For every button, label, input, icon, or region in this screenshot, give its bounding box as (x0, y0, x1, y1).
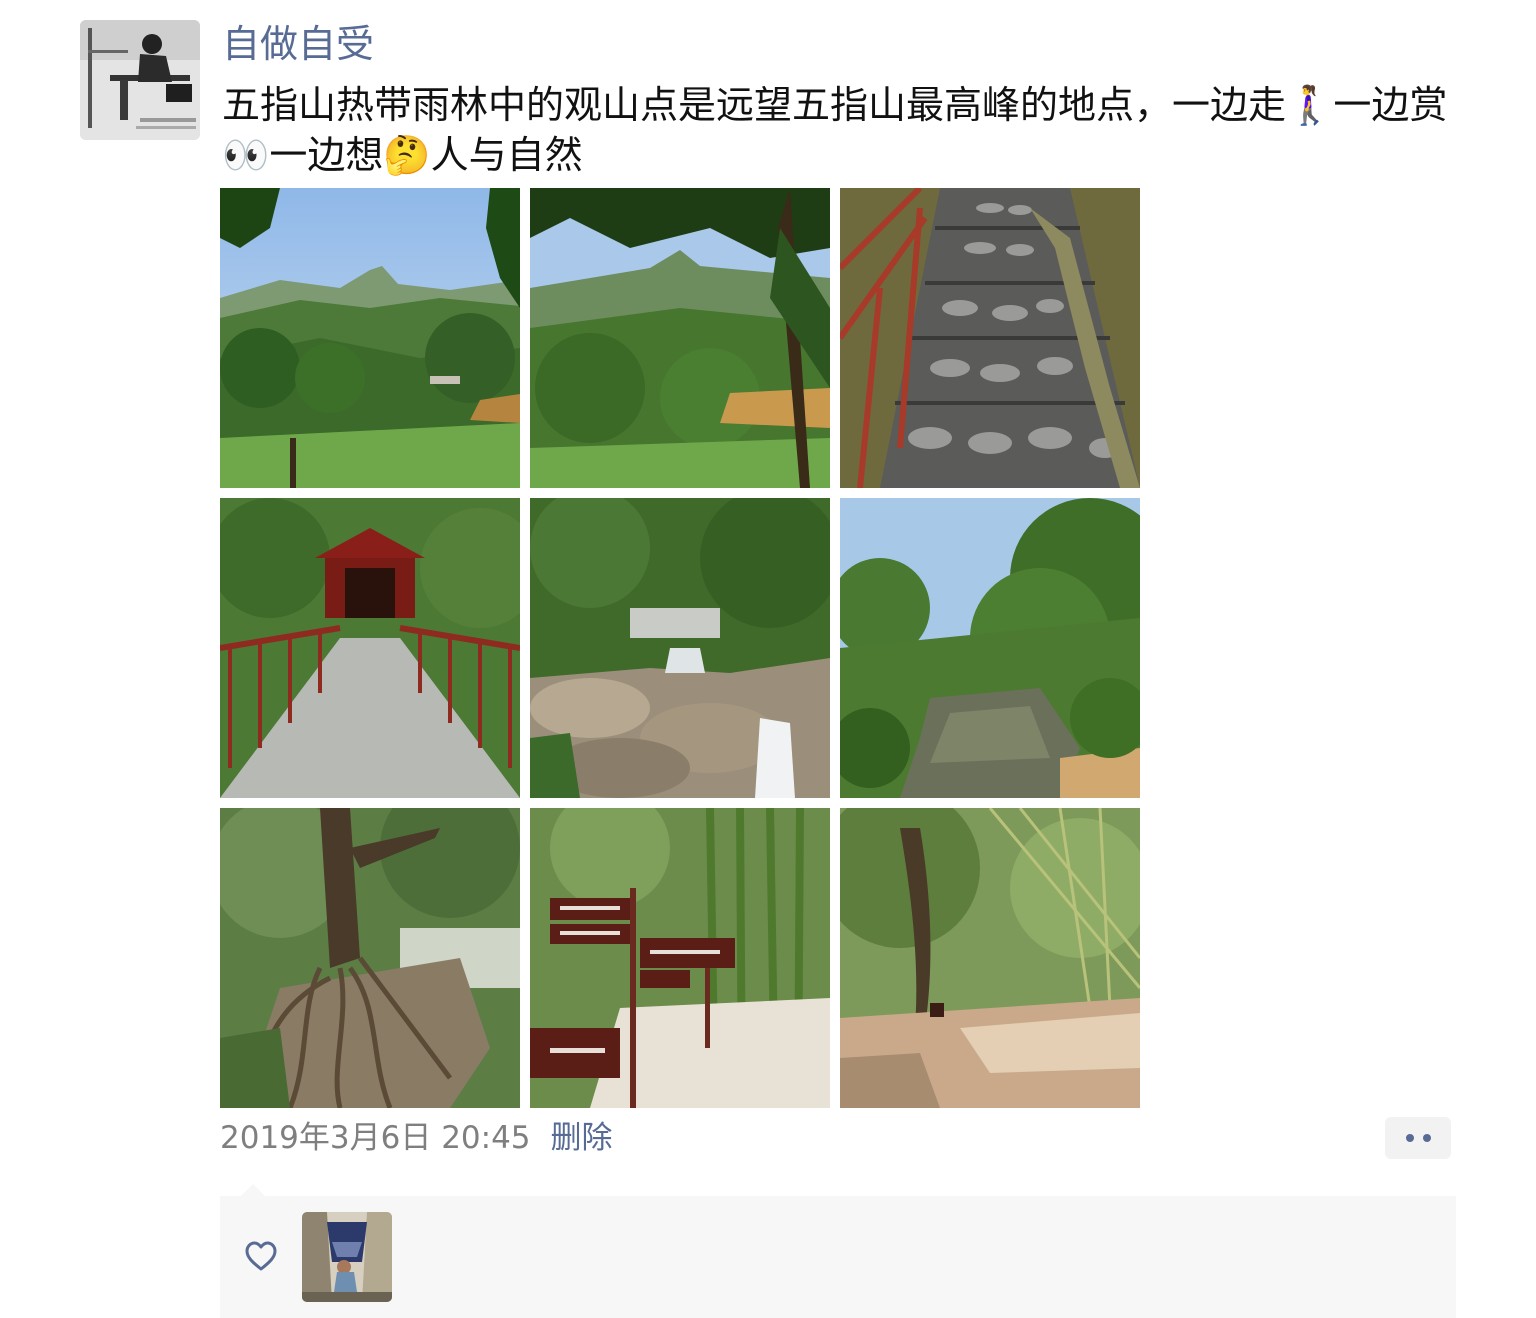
photo-red-bridge[interactable] (220, 498, 520, 798)
more-options-button[interactable] (1385, 1117, 1451, 1159)
photo-bamboo-grove[interactable] (840, 808, 1140, 1108)
waterfall-rocks-photo (530, 498, 830, 798)
post-text: 五指山热带雨林中的观山点是远望五指山最高峰的地点，一边走🚶‍♀️一边赏👀一边想🤔… (222, 83, 1448, 177)
trail-signs-photo (530, 808, 830, 1108)
photo-stone-steps[interactable] (840, 188, 1140, 488)
heart-icon (245, 1241, 277, 1271)
red-bridge-photo (220, 498, 520, 798)
timestamp: 2019年3月6日 20:45 (220, 1120, 531, 1156)
photo-trail-signs[interactable] (530, 808, 830, 1108)
author-avatar[interactable] (80, 20, 200, 140)
photo-banyan-roots[interactable] (220, 808, 520, 1108)
photo-waterfall-rocks[interactable] (530, 498, 830, 798)
mountain-view-photo (220, 188, 520, 488)
photo-tree-valley[interactable] (530, 188, 830, 488)
more-dots-icon (1405, 1134, 1414, 1142)
bamboo-grove-photo (840, 808, 1140, 1108)
author-name[interactable]: 自做自受 (222, 20, 374, 68)
river-forest-photo (840, 498, 1140, 798)
post-meta: 2019年3月6日 20:45 删除 (220, 1117, 613, 1159)
more-dots-icon (1422, 1134, 1431, 1142)
banyan-roots-photo (220, 808, 520, 1108)
liker-avatar[interactable] (302, 1212, 392, 1302)
likes-section (220, 1196, 1456, 1318)
photo-river-forest[interactable] (840, 498, 1140, 798)
tree-valley-photo (530, 188, 830, 488)
photo-grid (220, 188, 1140, 1108)
moments-post: 自做自受 五指山热带雨林中的观山点是远望五指山最高峰的地点，一边走🚶‍♀️一边赏… (0, 0, 1536, 1318)
photo-mountain-view[interactable] (220, 188, 520, 488)
likes-pointer (241, 1184, 265, 1196)
delete-link[interactable]: 删除 (551, 1120, 613, 1156)
stone-steps-photo (840, 188, 1140, 488)
